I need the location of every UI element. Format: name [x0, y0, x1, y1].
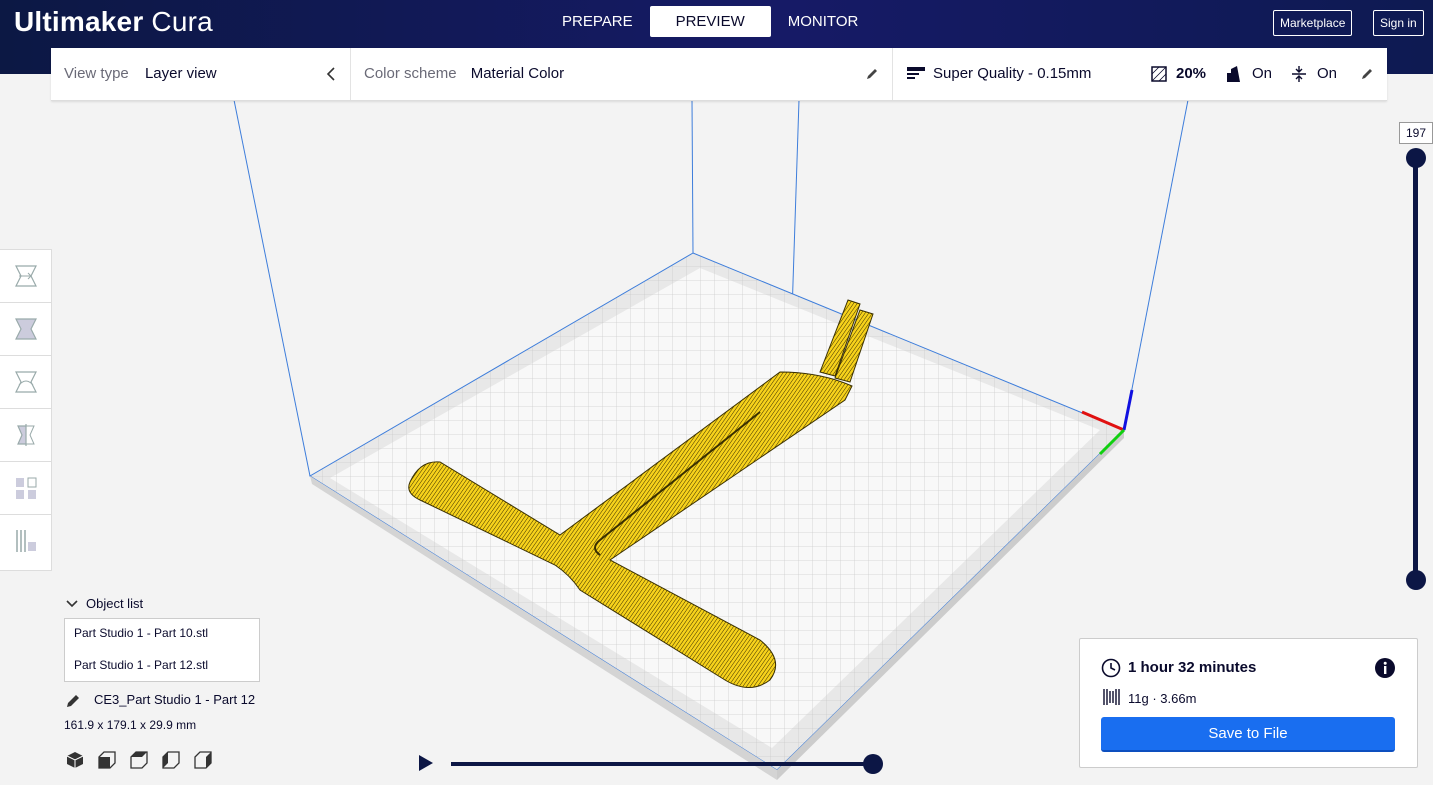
spool-icon: [1103, 689, 1120, 705]
chevron-down-icon: [66, 600, 78, 608]
layer-slider-track[interactable]: [1413, 158, 1418, 580]
stage-tabs: PREPARE PREVIEW MONITOR: [545, 6, 875, 37]
selected-object-name: CE3_Part Studio 1 - Part 12: [94, 692, 256, 707]
tab-prepare[interactable]: PREPARE: [545, 6, 650, 37]
left-view-icon[interactable]: [162, 751, 180, 769]
rotate-tool-icon[interactable]: [0, 356, 51, 409]
layer-number-input[interactable]: 197: [1399, 122, 1433, 144]
per-model-settings-icon[interactable]: [0, 462, 51, 515]
camera-view-buttons: [66, 751, 212, 769]
3d-view-icon[interactable]: [66, 751, 84, 769]
scale-tool-icon[interactable]: [0, 303, 51, 356]
support-icon: [1227, 66, 1240, 82]
move-tool-icon[interactable]: [0, 250, 51, 303]
adhesion-value[interactable]: On: [1317, 48, 1337, 100]
pencil-icon[interactable]: [866, 68, 878, 80]
front-view-icon[interactable]: [98, 751, 116, 769]
object-list-toggle[interactable]: Object list: [66, 596, 143, 611]
sign-in-button[interactable]: Sign in: [1373, 10, 1424, 36]
clock-icon: [1101, 658, 1121, 678]
infill-icon: [1151, 66, 1167, 82]
infill-value[interactable]: 20%: [1176, 48, 1206, 100]
support-value[interactable]: On: [1252, 48, 1272, 100]
simulation-slider-track[interactable]: [451, 762, 871, 766]
adhesion-icon: [1292, 66, 1306, 82]
selected-object-dimensions: 161.9 x 179.1 x 29.9 mm: [64, 718, 197, 732]
simulation-slider-handle[interactable]: [863, 754, 883, 774]
layer-slider-bottom-handle[interactable]: [1406, 570, 1426, 590]
pencil-icon[interactable]: [1361, 68, 1373, 80]
color-scheme-label: Color scheme: [364, 65, 457, 82]
print-profile-selector[interactable]: Super Quality - 0.15mm: [933, 48, 1091, 100]
material-usage: 11g · 3.66m: [1128, 691, 1197, 706]
left-toolbar: [0, 249, 52, 571]
top-view-icon[interactable]: [130, 751, 148, 769]
print-time: 1 hour 32 minutes: [1128, 659, 1257, 676]
object-list-title: Object list: [86, 596, 144, 611]
object-list: Part Studio 1 - Part 10.stl Part Studio …: [64, 618, 260, 682]
save-to-file-button[interactable]: Save to File: [1101, 717, 1395, 752]
tab-preview[interactable]: PREVIEW: [649, 6, 771, 37]
layer-slider-top-handle[interactable]: [1406, 148, 1426, 168]
info-icon[interactable]: [1375, 658, 1395, 678]
view-type-label: View type: [64, 65, 129, 82]
play-icon[interactable]: [417, 753, 435, 773]
view-header-panel: View type Layer view Color scheme Materi…: [51, 48, 1387, 101]
list-item[interactable]: Part Studio 1 - Part 12.stl: [74, 658, 208, 672]
color-scheme-dropdown[interactable]: Material Color: [471, 65, 564, 82]
app-logo: Ultimaker Cura: [14, 6, 213, 37]
view-type-dropdown[interactable]: Layer view: [145, 65, 217, 82]
build-plate: [309, 252, 1125, 780]
chevron-left-icon[interactable]: [326, 67, 336, 81]
marketplace-button[interactable]: Marketplace: [1273, 10, 1353, 36]
profile-icon: [907, 67, 925, 79]
support-blocker-icon[interactable]: [0, 515, 51, 567]
list-item[interactable]: Part Studio 1 - Part 10.stl: [74, 626, 208, 640]
right-view-icon[interactable]: [194, 751, 212, 769]
mirror-tool-icon[interactable]: [0, 409, 51, 462]
pencil-icon[interactable]: [66, 694, 80, 708]
tab-monitor[interactable]: MONITOR: [771, 6, 876, 37]
print-info-panel: 1 hour 32 minutes 11g · 3.66m Save to Fi…: [1079, 638, 1418, 768]
